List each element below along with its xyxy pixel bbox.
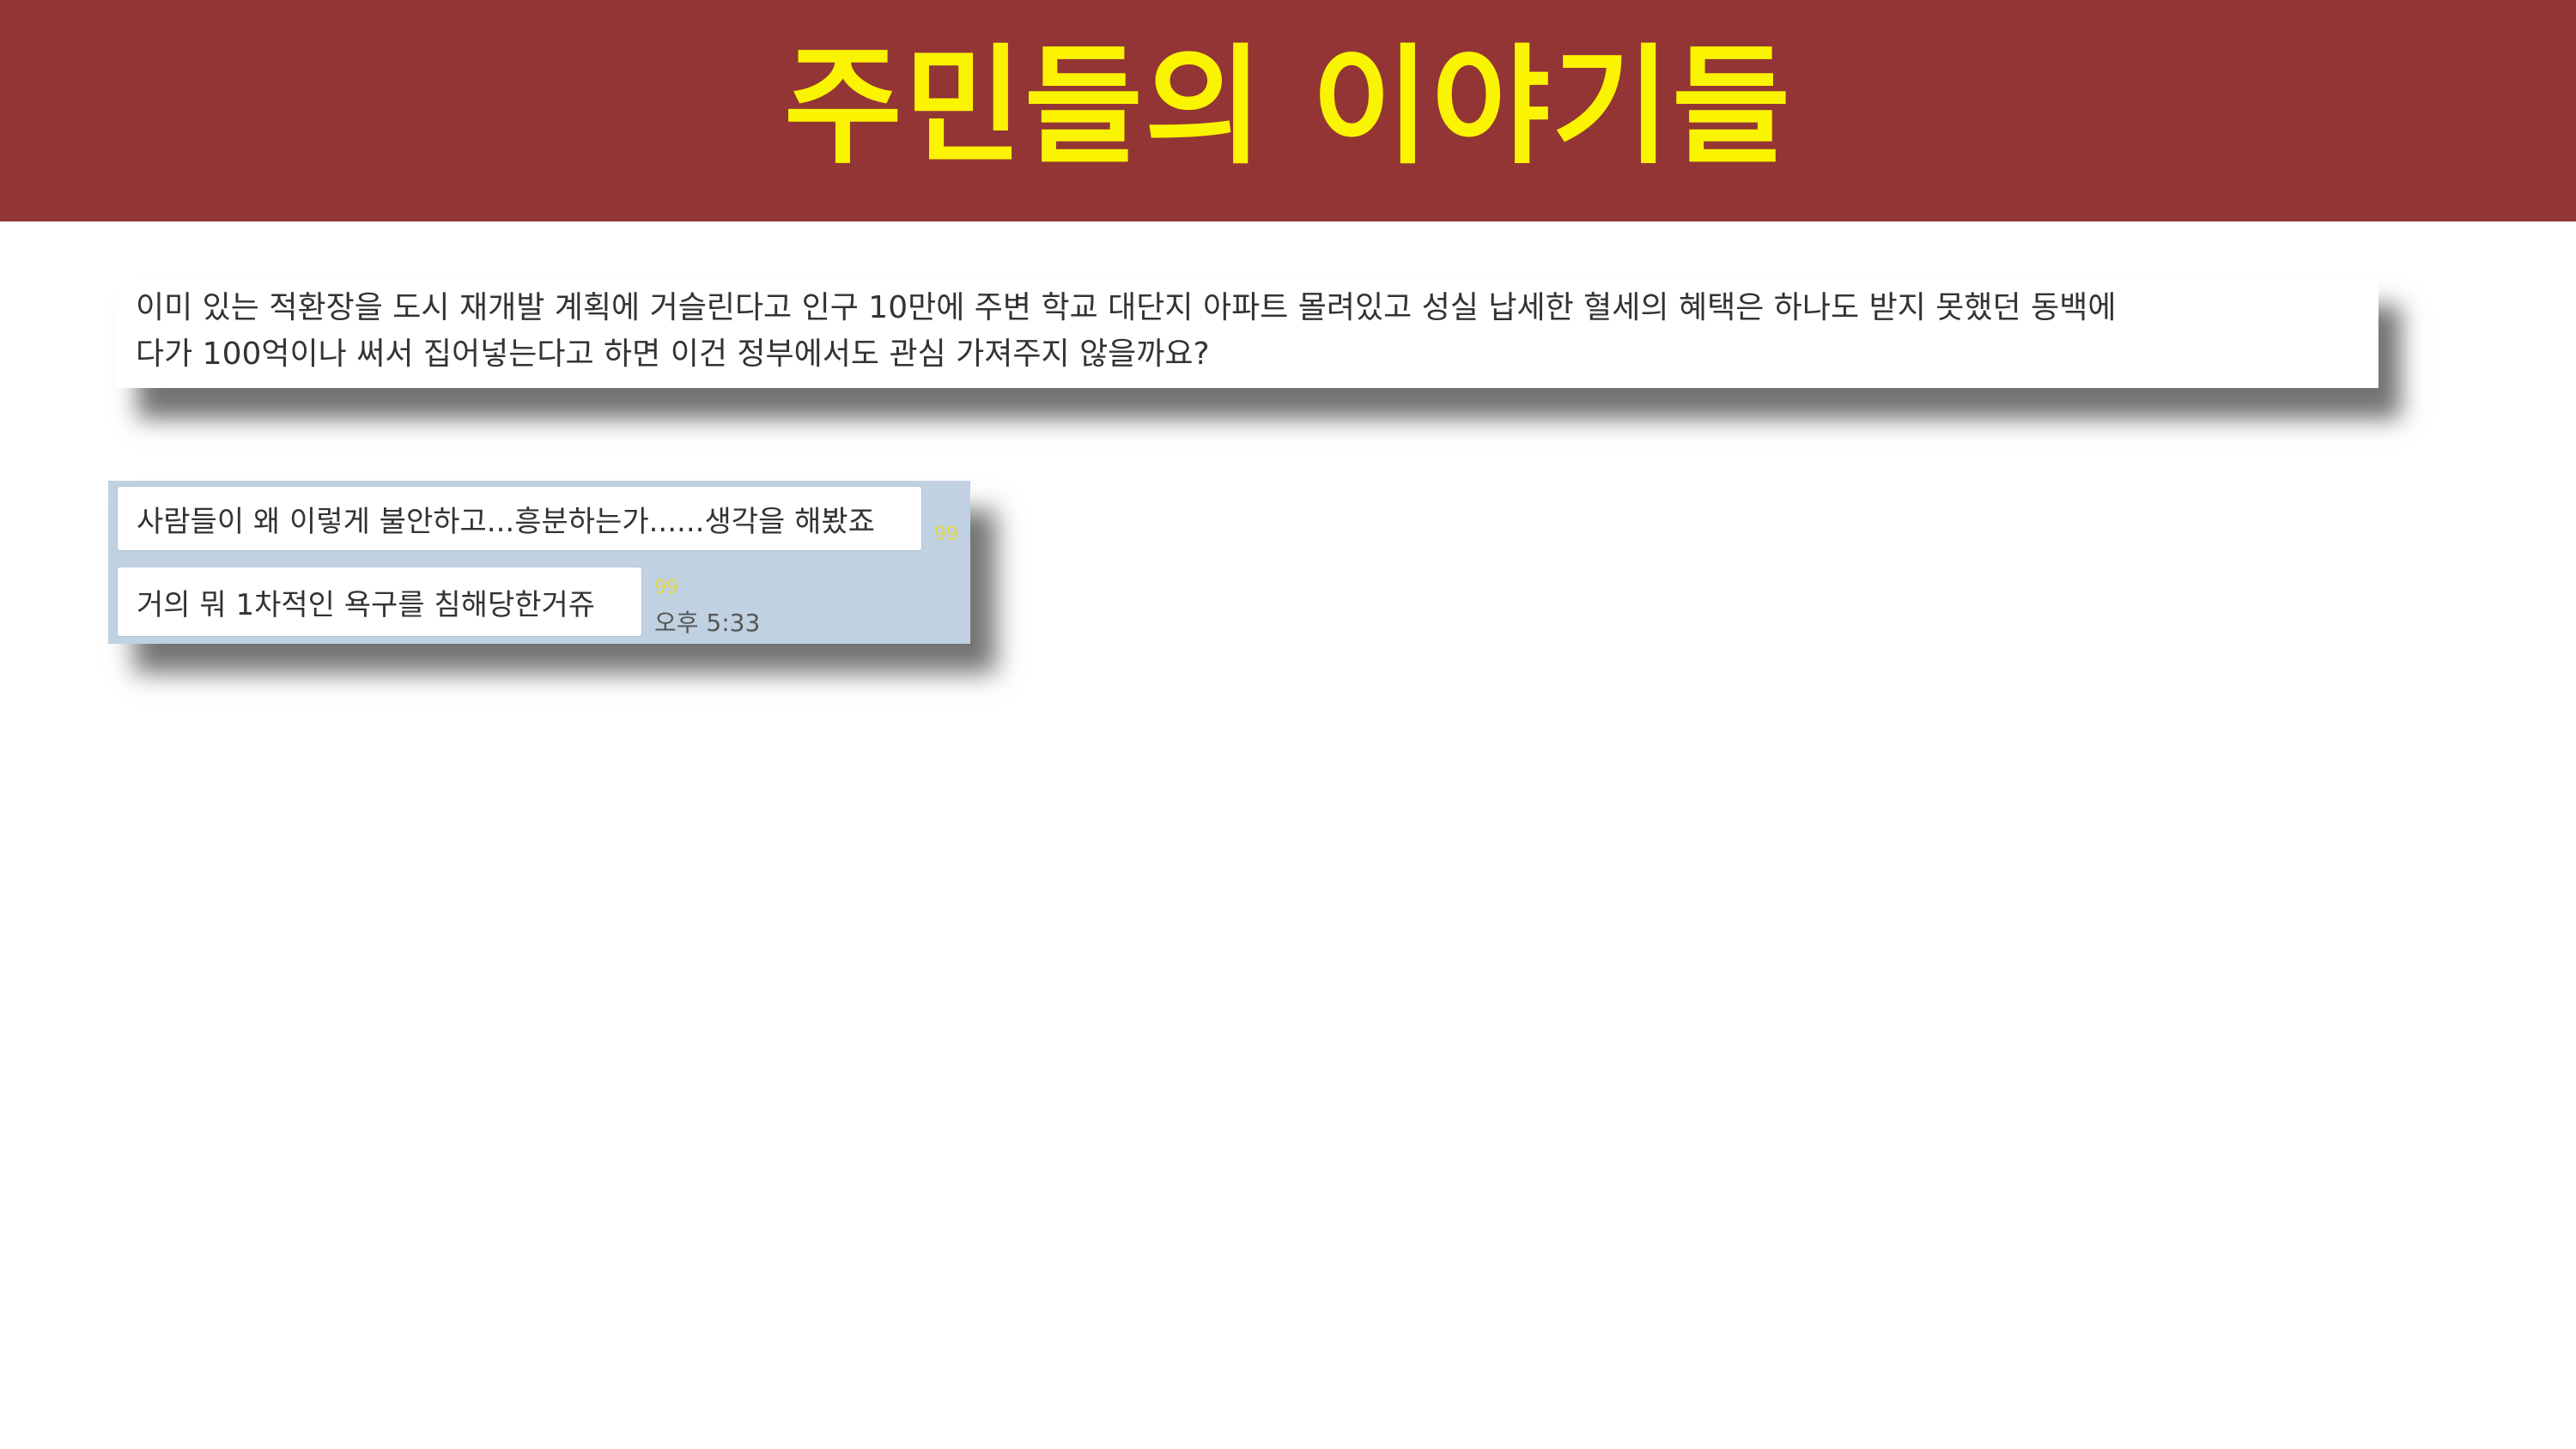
quote-line: 다가 100억이나 써서 집어넣는다고 하면 이건 정부에서도 관심 가져주지 …	[136, 336, 1210, 372]
chat-message-text: 거의 뭐 1차적인 욕구를 침해당한거쥬	[137, 587, 596, 622]
page-title: 주민들의 이야기들	[783, 33, 1793, 182]
chat-message-text: 사람들이 왜 이렇게 불안하고...흥분하는가......생각을 해봤죠	[137, 504, 875, 539]
chat-message-bubble: 거의 뭐 1차적인 욕구를 침해당한거쥬	[117, 567, 642, 637]
unread-count: 99	[654, 577, 678, 598]
message-timestamp: 오후 5:33	[654, 609, 761, 637]
unread-count: 99	[934, 524, 958, 545]
chat-screenshot: 사람들이 왜 이렇게 불안하고...흥분하는가......생각을 해봤죠 99 …	[108, 481, 970, 644]
quote-screenshot: 이미 있는 적환장을 도시 재개발 계획에 거슬린다고 인구 10만에 주변 학…	[115, 275, 2379, 388]
title-banner: 주민들의 이야기들	[0, 0, 2576, 221]
chat-message-bubble: 사람들이 왜 이렇게 불안하고...흥분하는가......생각을 해봤죠	[117, 486, 922, 551]
quote-line: 이미 있는 적환장을 도시 재개발 계획에 거슬린다고 인구 10만에 주변 학…	[136, 290, 2117, 325]
